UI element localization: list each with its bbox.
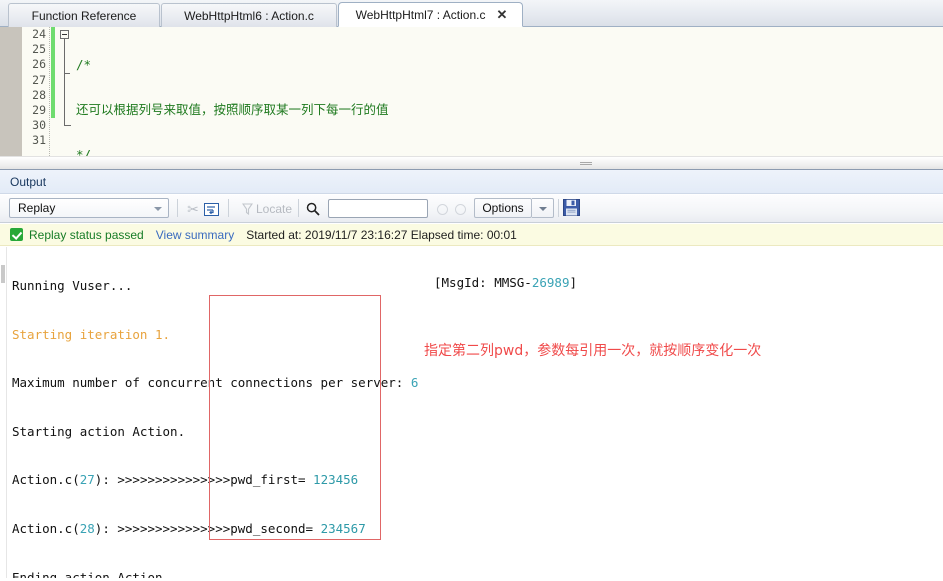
search-button[interactable] xyxy=(302,199,324,219)
locate-icon xyxy=(241,203,253,215)
toolbar-separator xyxy=(298,199,299,217)
code-comment-close: */ xyxy=(76,147,92,156)
close-icon[interactable]: ✕ xyxy=(496,8,507,21)
tab-function-reference[interactable]: Function Reference xyxy=(8,3,160,27)
line-number: 31 xyxy=(32,133,46,148)
tab-label: Function Reference xyxy=(31,8,137,23)
save-button[interactable] xyxy=(563,199,580,216)
next-match-button[interactable] xyxy=(455,204,466,215)
find-input[interactable] xyxy=(328,199,428,218)
vugen-window: Function Reference WebHttpHtml6 : Action… xyxy=(0,0,943,581)
replay-status-bar: Replay status passed View summary Starte… xyxy=(0,224,943,246)
replay-timing-text: Started at: 2019/11/7 23:16:27 Elapsed t… xyxy=(246,227,517,242)
line-number: 25 xyxy=(32,42,46,57)
green-check-icon xyxy=(10,228,23,241)
code-text[interactable]: /* 还可以根据列号来取值，按照顺序取某一列下每一行的值 */ lr_outpu… xyxy=(76,27,943,156)
fold-tick-icon xyxy=(64,73,70,74)
log-msgid-prefix: [MsgId: MMSG- xyxy=(434,275,532,290)
fold-end-icon xyxy=(64,125,71,126)
options-label: Options xyxy=(482,201,524,215)
output-source-value: Replay xyxy=(18,201,56,215)
log-line: Action.c(28): >>>>>>>>>>>>>>>pwd_second=… xyxy=(12,520,366,536)
toolbar-separator xyxy=(177,199,178,217)
splitter-grip[interactable] xyxy=(580,162,592,166)
code-line-25: 还可以根据列号来取值，按照顺序取某一列下每一行的值 xyxy=(76,102,943,117)
options-dropdown-button[interactable] xyxy=(532,198,554,218)
line-number: 29 xyxy=(32,102,46,117)
line-number: 26 xyxy=(32,57,46,72)
output-toolbar: Replay ✂ Locate Options xyxy=(0,195,943,223)
word-wrap-icon xyxy=(203,202,219,216)
magnifier-icon xyxy=(306,202,320,216)
editor-selection-margin xyxy=(0,27,22,156)
toolbar-separator xyxy=(558,199,559,217)
log-msgid-suffix: ] xyxy=(569,275,578,290)
options-button[interactable]: Options xyxy=(474,198,532,218)
output-source-select[interactable]: Replay xyxy=(9,198,169,218)
locate-button[interactable]: Locate xyxy=(234,199,300,219)
code-editor[interactable]: 24 25 26 27 28 29 30 31 /* 还可以根据列号来取值，按照… xyxy=(0,27,943,156)
fold-collapse-icon[interactable] xyxy=(60,30,69,39)
chevron-down-icon[interactable] xyxy=(154,207,162,211)
scissors-icon: ✂ xyxy=(187,200,199,217)
toolbar-separator xyxy=(228,199,229,217)
locate-label: Locate xyxy=(255,202,293,216)
code-line-24: /* xyxy=(76,57,943,72)
log-msgid-number: 26989 xyxy=(531,275,570,290)
tab-webhttphtml7[interactable]: WebHttpHtml7 : Action.c ✕ xyxy=(338,2,523,27)
word-wrap-button[interactable] xyxy=(200,199,222,219)
log-msgid: [MsgId: MMSG-26989] xyxy=(434,274,577,293)
line-number: 27 xyxy=(32,72,46,87)
code-line-26: */ xyxy=(76,147,943,156)
tab-label: WebHttpHtml7 : Action.c xyxy=(355,7,486,22)
replay-status-text: Replay status passed xyxy=(29,227,144,242)
output-panel-title: Output xyxy=(0,170,943,194)
view-summary-link[interactable]: View summary xyxy=(156,228,234,242)
editor-tabstrip: Function Reference WebHttpHtml6 : Action… xyxy=(0,0,943,27)
line-number: 24 xyxy=(32,27,46,41)
save-icon xyxy=(563,199,580,216)
code-comment-open: /* xyxy=(76,57,92,72)
tab-webhttphtml6[interactable]: WebHttpHtml6 : Action.c xyxy=(161,3,337,27)
fold-guide-line xyxy=(64,39,65,125)
log-line-list: Running Vuser... Starting iteration 1. M… xyxy=(12,247,943,581)
code-folding-column[interactable] xyxy=(58,27,74,156)
prev-match-button[interactable] xyxy=(437,204,448,215)
line-number: 30 xyxy=(32,118,46,133)
output-log[interactable]: Running Vuser... Starting iteration 1. M… xyxy=(0,247,943,581)
line-number: 28 xyxy=(32,87,46,102)
panel-splitter[interactable] xyxy=(0,156,943,169)
log-line: Action.c(27): >>>>>>>>>>>>>>>pwd_first= … xyxy=(12,472,359,488)
change-indicator-bar xyxy=(51,27,55,118)
chevron-down-icon xyxy=(539,207,547,211)
output-panel: Output Replay ✂ Locate Options Replay st… xyxy=(0,169,943,581)
code-comment-text: 还可以根据列号来取值，按照顺序取某一列下每一行的值 xyxy=(76,102,389,118)
log-line: Maximum number of concurrent connections… xyxy=(12,375,419,391)
tab-label: WebHttpHtml6 : Action.c xyxy=(184,8,314,23)
line-number-gutter: 24 25 26 27 28 29 30 31 xyxy=(22,27,50,156)
log-vertical-scrollbar[interactable] xyxy=(0,247,7,581)
log-line: Starting action Action. xyxy=(12,423,186,439)
annotation-text: 指定第二列pwd，参数每引用一次，就按顺序变化一次 xyxy=(424,343,762,359)
scrollbar-thumb[interactable] xyxy=(1,265,5,283)
